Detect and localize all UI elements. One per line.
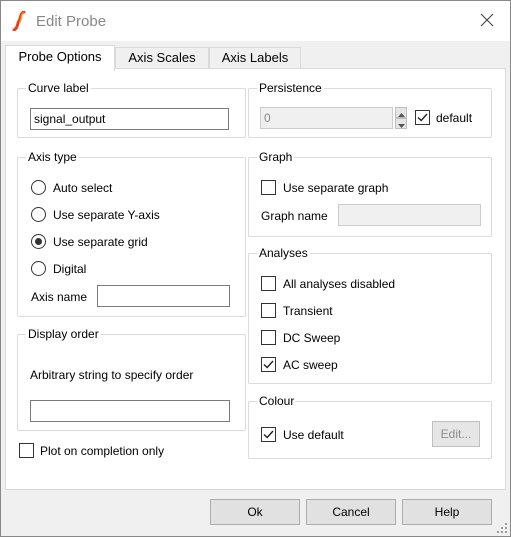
- ac-sweep-checkbox[interactable]: [261, 357, 276, 372]
- display-order-input[interactable]: [30, 400, 230, 422]
- use-separate-graph-label: Use separate graph: [283, 181, 389, 195]
- curve-label-input[interactable]: signal_output: [30, 108, 229, 130]
- tab-axis-labels[interactable]: Axis Labels: [209, 47, 301, 69]
- graph-name-label: Graph name: [261, 209, 328, 223]
- resize-grip-icon[interactable]: [496, 522, 508, 534]
- tab-probe-options[interactable]: Probe Options: [5, 45, 115, 71]
- axis-name-label: Axis name: [31, 290, 88, 304]
- analyses-group-title: Analyses: [257, 245, 310, 261]
- display-order-group-title: Display order: [26, 326, 101, 342]
- help-button[interactable]: Help: [402, 499, 492, 525]
- dc-sweep-checkbox[interactable]: [261, 330, 276, 345]
- radio-digital[interactable]: [31, 261, 46, 276]
- transient-label: Transient: [283, 304, 333, 318]
- graph-name-input[interactable]: [338, 204, 481, 226]
- graph-group-title: Graph: [257, 149, 295, 165]
- colour-group: Colour Use default Edit...: [248, 393, 492, 459]
- close-icon: [480, 13, 494, 30]
- title-bar: Edit Probe: [1, 1, 510, 41]
- persistence-default-label: default: [436, 111, 473, 125]
- graph-group: Graph Use separate graph Graph name: [248, 149, 492, 237]
- axis-name-input[interactable]: [97, 285, 230, 307]
- persistence-default-checkbox[interactable]: [415, 110, 430, 125]
- all-analyses-disabled-checkbox[interactable]: [261, 276, 276, 291]
- plot-on-completion-checkbox[interactable]: [19, 443, 34, 458]
- ac-sweep-label: AC sweep: [283, 358, 338, 372]
- transient-checkbox[interactable]: [261, 303, 276, 318]
- curve-label-group-title: Curve label: [26, 80, 91, 96]
- simetrix-logo-icon: [11, 10, 29, 32]
- colour-group-title: Colour: [257, 393, 297, 409]
- tab-axis-scales[interactable]: Axis Scales: [115, 47, 209, 69]
- radio-use-separate-y-axis-label: Use separate Y-axis: [53, 208, 160, 222]
- display-order-group: Display order Arbitrary string to specif…: [17, 326, 246, 431]
- edit-probe-dialog: Edit Probe Probe Options Axis Scales Axi…: [0, 0, 511, 537]
- persistence-group-title: Persistence: [257, 80, 324, 96]
- all-analyses-disabled-label: All analyses disabled: [283, 277, 396, 291]
- radio-digital-label: Digital: [53, 262, 87, 276]
- use-default-colour-checkbox[interactable]: [261, 427, 276, 442]
- analyses-group: Analyses All analyses disabled Transient…: [248, 245, 492, 384]
- curve-label-group: Curve label signal_output: [17, 80, 246, 138]
- radio-selected-dot: [35, 238, 42, 245]
- radio-auto-select[interactable]: [31, 180, 46, 195]
- persistence-input[interactable]: 0: [260, 107, 393, 129]
- display-order-description: Arbitrary string to specify order: [30, 368, 194, 382]
- window-title: Edit Probe: [36, 13, 107, 30]
- axis-type-group: Axis type Auto select Use separate Y-axi…: [17, 149, 246, 317]
- persistence-group: Persistence 0 default: [248, 80, 492, 138]
- cancel-button[interactable]: Cancel: [306, 499, 396, 525]
- dc-sweep-label: DC Sweep: [283, 331, 341, 345]
- radio-use-separate-y-axis[interactable]: [31, 207, 46, 222]
- close-button[interactable]: [471, 7, 503, 35]
- persistence-spin-down[interactable]: [395, 118, 407, 129]
- radio-use-separate-grid[interactable]: [31, 234, 46, 249]
- use-default-colour-label: Use default: [283, 428, 344, 442]
- ok-button[interactable]: Ok: [210, 499, 300, 525]
- plot-on-completion-label: Plot on completion only: [40, 444, 165, 458]
- probe-options-panel: Curve label signal_output Axis type Auto…: [5, 68, 506, 490]
- edit-colour-button[interactable]: Edit...: [432, 421, 480, 447]
- axis-type-group-title: Axis type: [26, 149, 79, 165]
- radio-use-separate-grid-label: Use separate grid: [53, 235, 148, 249]
- radio-auto-select-label: Auto select: [53, 181, 113, 195]
- spin-down-icon: [397, 117, 405, 131]
- use-separate-graph-checkbox[interactable]: [261, 180, 276, 195]
